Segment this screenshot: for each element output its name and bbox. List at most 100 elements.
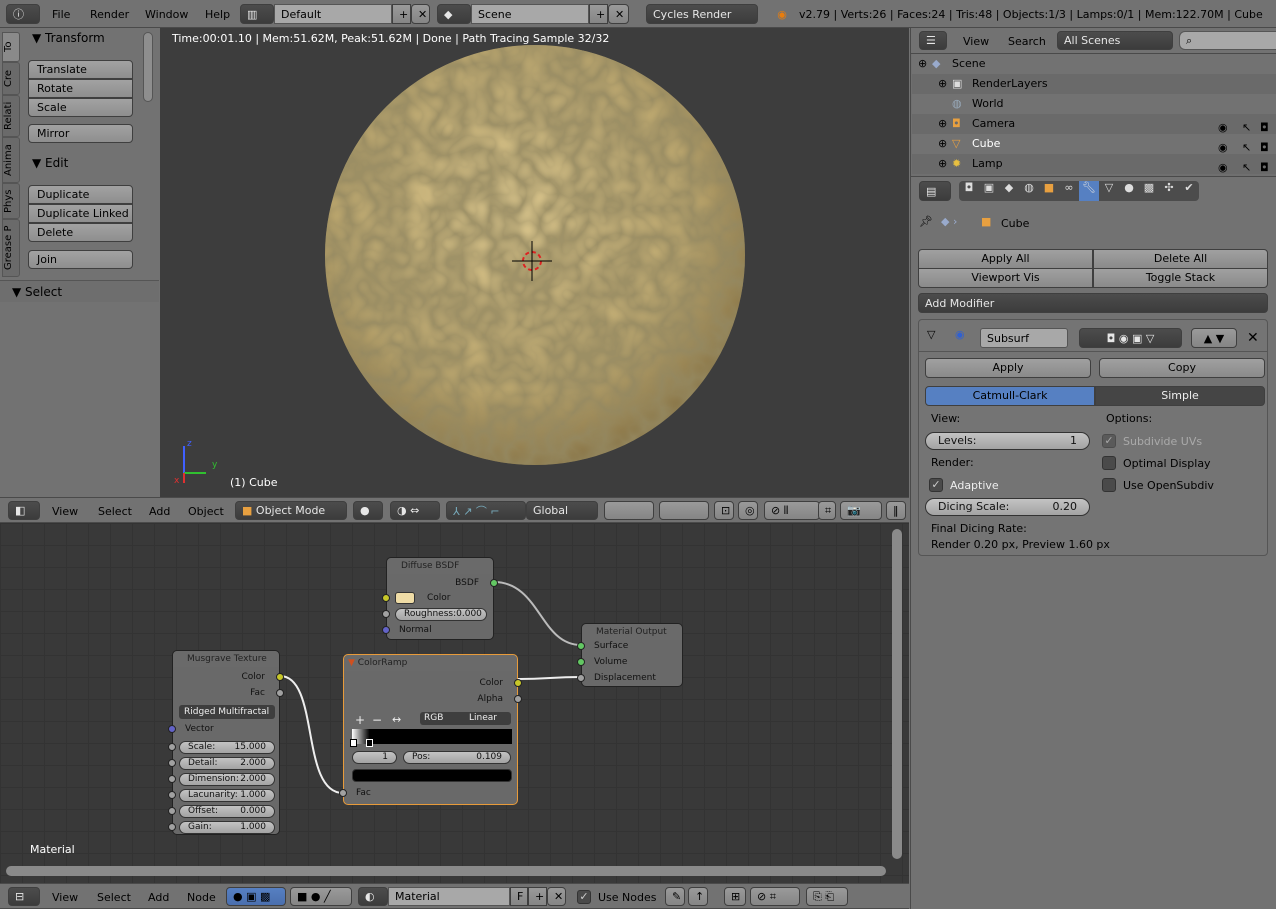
- delete-all-button[interactable]: Delete All: [1093, 249, 1268, 269]
- node-scrollbar[interactable]: [6, 866, 886, 876]
- node-menu-node[interactable]: Node: [187, 891, 216, 904]
- properties-editor-type-button[interactable]: ▤: [919, 181, 951, 201]
- stop-index-field[interactable]: 1: [352, 751, 397, 764]
- pivot-dropdown[interactable]: ◑ ⇔: [390, 501, 440, 520]
- remove-modifier-icon[interactable]: ✕: [1247, 330, 1259, 346]
- new-material-button[interactable]: +: [528, 887, 547, 906]
- modifiers-wrench-tab-icon[interactable]: 🔧︎: [1079, 181, 1099, 201]
- musgrave-field[interactable]: Lacunarity: 1.000: [179, 789, 275, 802]
- scale-button[interactable]: Scale: [28, 98, 133, 117]
- material-name-field[interactable]: Material: [388, 887, 510, 906]
- layers-tab-icon[interactable]: ▣: [979, 181, 999, 201]
- node-snap-buttons[interactable]: ⊘ ⌗: [750, 887, 800, 906]
- material-output-node[interactable]: Material Output Surface Volume Displacem…: [577, 623, 683, 687]
- screen-layout-field[interactable]: Default: [274, 4, 392, 24]
- add-layout-button[interactable]: +: [392, 4, 411, 24]
- tab-grease-pencil[interactable]: Grease P: [2, 219, 20, 277]
- expand-icon[interactable]: ⊕: [938, 114, 947, 134]
- color-input-socket[interactable]: [382, 594, 390, 602]
- shader-type-buttons[interactable]: ■ ● ╱: [290, 887, 352, 906]
- menu-window[interactable]: Window: [145, 8, 188, 21]
- snap-button[interactable]: ⊘ ⫴: [764, 501, 820, 520]
- pin-button[interactable]: ✎: [665, 887, 685, 906]
- 3d-editor-type-button[interactable]: ◧: [8, 501, 40, 520]
- fake-user-button[interactable]: F: [510, 887, 528, 906]
- ramp-fac-socket[interactable]: [339, 789, 347, 797]
- musgrave-input-socket[interactable]: [168, 823, 176, 831]
- duplicate-button[interactable]: Duplicate: [28, 185, 133, 204]
- catmull-clark-toggle[interactable]: Catmull-Clark: [925, 386, 1095, 406]
- normal-socket[interactable]: [382, 626, 390, 634]
- constraints-tab-icon[interactable]: ∞: [1059, 181, 1079, 201]
- move-up-down-buttons[interactable]: ▲ ▼: [1191, 328, 1237, 348]
- roughness-socket[interactable]: [382, 610, 390, 618]
- mode-dropdown[interactable]: ■ Object Mode: [235, 501, 347, 520]
- ramp-stop-0[interactable]: [350, 739, 357, 747]
- object-tab-icon[interactable]: ■: [1039, 181, 1059, 201]
- menu-view[interactable]: View: [52, 505, 78, 518]
- ramp-color-socket[interactable]: [514, 679, 522, 687]
- outliner-search-field[interactable]: ⌕: [1179, 31, 1276, 50]
- musgrave-color-socket[interactable]: [276, 673, 284, 681]
- levels-field[interactable]: Levels: 1: [925, 432, 1090, 450]
- tab-tools[interactable]: To: [2, 32, 20, 62]
- physics-tab-icon[interactable]: ✔: [1179, 181, 1199, 201]
- musgrave-type-dropdown[interactable]: Ridged Multifractal: [179, 705, 275, 719]
- adaptive-checkbox[interactable]: ✓: [929, 478, 943, 492]
- optimal-display-checkbox[interactable]: [1102, 456, 1116, 470]
- delete-button[interactable]: Delete: [28, 223, 133, 242]
- musgrave-field[interactable]: Dimension: 2.000: [179, 773, 275, 786]
- apply-button[interactable]: Apply: [925, 358, 1091, 378]
- delete-layout-button[interactable]: ✕: [411, 4, 430, 24]
- tab-physics[interactable]: Phys: [2, 183, 20, 219]
- scene-field[interactable]: Scene: [471, 4, 589, 24]
- musgrave-field[interactable]: Offset: 0.000: [179, 805, 275, 818]
- color-swatch[interactable]: [395, 592, 415, 604]
- use-opensubdiv-checkbox[interactable]: [1102, 478, 1116, 492]
- musgrave-field[interactable]: Scale: 15.000: [179, 741, 275, 754]
- musgrave-field[interactable]: Detail: 2.000: [179, 757, 275, 770]
- add-scene-button[interactable]: +: [589, 4, 608, 24]
- parent-tree-button[interactable]: ↑: [688, 887, 708, 906]
- translate-button[interactable]: Translate: [28, 60, 133, 79]
- render-engine-dropdown[interactable]: Cycles Render: [646, 4, 758, 24]
- pin-icon[interactable]: 📌︎: [919, 215, 933, 228]
- transform-panel-header[interactable]: ▼ Transform: [32, 31, 105, 45]
- texture-tab-icon[interactable]: ▩: [1139, 181, 1159, 201]
- apply-all-button[interactable]: Apply All: [918, 249, 1093, 269]
- stop-position-field[interactable]: Pos: 0.109: [403, 751, 511, 764]
- colorramp-node[interactable]: ▼ ColorRamp Color Alpha + − ↔ RGB Linear…: [339, 654, 522, 805]
- material-browse-button[interactable]: ◐: [358, 887, 388, 906]
- manipulator-buttons[interactable]: ⅄ ↗ ⌒ ⌐: [446, 501, 526, 520]
- properties-context-tabs[interactable]: ◘ ▣ ◆ ◍ ■ ∞ 🔧︎ ▽ ● ▩ ✣ ✔: [959, 181, 1199, 201]
- layers-grid-2[interactable]: [659, 501, 709, 520]
- color-ramp-gradient[interactable]: [352, 729, 512, 744]
- ramp-alpha-socket[interactable]: [514, 695, 522, 703]
- node-editor[interactable]: Material Diffuse BSDF BSDF Color Roughne…: [0, 523, 909, 883]
- backdrop-button[interactable]: ⊞: [724, 887, 746, 906]
- shader-tree-type-buttons[interactable]: ● ▣ ▩: [226, 887, 286, 906]
- duplicate-linked-button[interactable]: Duplicate Linked: [28, 204, 133, 223]
- selectable-arrow-icon[interactable]: ↖: [1242, 158, 1251, 178]
- layout-icon-button[interactable]: ▥: [240, 4, 274, 24]
- diffuse-bsdf-node[interactable]: Diffuse BSDF BSDF Color Roughness: 0.000 …: [382, 557, 498, 640]
- visibility-eye-icon[interactable]: ◉: [1218, 158, 1228, 178]
- modifier-visibility-toggles[interactable]: ◘ ◉ ▣ ▽: [1079, 328, 1182, 348]
- subdivide-uvs-checkbox[interactable]: ✓: [1102, 434, 1116, 448]
- data-tab-icon[interactable]: ▽: [1099, 181, 1119, 201]
- join-button[interactable]: Join: [28, 250, 133, 269]
- tab-animation[interactable]: Anima: [2, 137, 20, 183]
- outliner-editor-type-button[interactable]: ☰: [919, 31, 947, 50]
- musgrave-input-socket[interactable]: [168, 775, 176, 783]
- opengl-render-button[interactable]: 📷: [840, 501, 882, 520]
- dicing-scale-field[interactable]: Dicing Scale: 0.20: [925, 498, 1090, 516]
- roughness-field[interactable]: Roughness: 0.000: [395, 608, 487, 621]
- tab-create[interactable]: Cre: [2, 62, 20, 95]
- render-tab-icon[interactable]: ◘: [959, 181, 979, 201]
- menu-select[interactable]: Select: [98, 505, 132, 518]
- shading-dropdown[interactable]: ●: [353, 501, 383, 520]
- color-mode-dropdown[interactable]: RGB: [420, 712, 465, 725]
- outliner-item[interactable]: ⊕ ◆ Scene: [912, 54, 1276, 74]
- simple-toggle[interactable]: Simple: [1095, 386, 1265, 406]
- viewport-vis-button[interactable]: Viewport Vis: [918, 268, 1093, 288]
